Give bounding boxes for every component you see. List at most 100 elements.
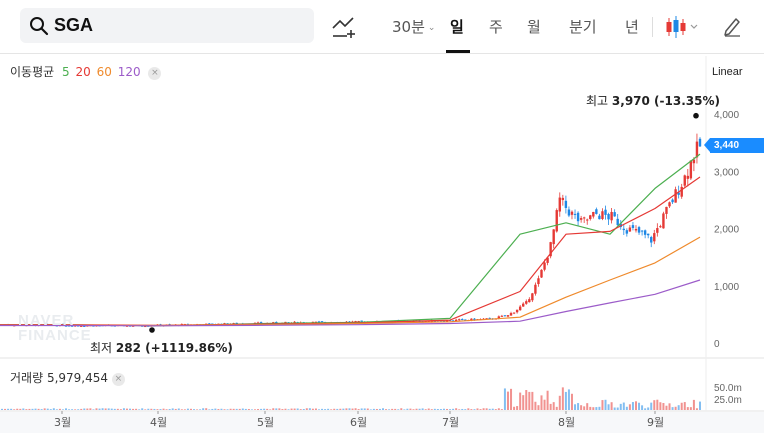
candle-body bbox=[543, 262, 546, 270]
volume-bar bbox=[692, 399, 695, 410]
volume-bar bbox=[467, 408, 470, 410]
volume-bar bbox=[604, 399, 607, 410]
volume-bar bbox=[424, 409, 427, 410]
volume-bar bbox=[662, 403, 665, 410]
volume-bar bbox=[257, 409, 260, 410]
volume-bar bbox=[43, 408, 46, 410]
volume-bar bbox=[491, 408, 494, 410]
volume-bar bbox=[510, 388, 513, 410]
close-icon[interactable]: × bbox=[111, 373, 125, 386]
ma-20[interactable]: 20 bbox=[75, 65, 90, 79]
volume-bar bbox=[49, 409, 52, 410]
candle-body bbox=[653, 233, 656, 242]
volume-bar bbox=[671, 407, 674, 410]
low-label: 최저 bbox=[90, 341, 113, 355]
volume-bar bbox=[281, 409, 284, 410]
volume-bar bbox=[433, 408, 436, 410]
candle-body bbox=[570, 211, 574, 215]
volume-bar bbox=[427, 408, 430, 410]
candle-body bbox=[634, 229, 638, 231]
volume-bar bbox=[226, 409, 229, 410]
candle-body bbox=[540, 269, 543, 278]
volume-bar bbox=[598, 406, 601, 410]
x-tick-label: 5월 bbox=[257, 416, 274, 429]
volume-bar bbox=[610, 402, 613, 410]
volume-bar bbox=[537, 405, 540, 410]
volume-bar bbox=[238, 408, 241, 410]
volume-bar bbox=[378, 408, 381, 410]
volume-bar bbox=[55, 409, 58, 410]
volume-bar bbox=[101, 408, 104, 410]
volume-bar bbox=[208, 409, 211, 410]
volume-bar bbox=[119, 409, 122, 410]
high-marker bbox=[693, 112, 699, 119]
volume-bar bbox=[68, 409, 71, 410]
ma-5[interactable]: 5 bbox=[62, 65, 70, 79]
volume-bar bbox=[360, 408, 363, 410]
volume-bar bbox=[125, 408, 128, 410]
volume-bar bbox=[628, 404, 631, 410]
candle-body bbox=[500, 315, 504, 317]
volume-bar bbox=[235, 408, 238, 410]
volume-bar bbox=[220, 408, 223, 410]
ma-120[interactable]: 120 bbox=[118, 65, 141, 79]
candle-body bbox=[643, 230, 647, 235]
volume-bar bbox=[653, 400, 656, 410]
volume-bar bbox=[689, 407, 692, 410]
volume-bar bbox=[607, 404, 610, 410]
volume-bar bbox=[296, 408, 299, 410]
volume-bar bbox=[446, 408, 449, 410]
volume-bar bbox=[622, 402, 625, 410]
x-tick-label: 3월 bbox=[54, 416, 71, 429]
x-tick-label: 9월 bbox=[647, 416, 664, 429]
volume-bar bbox=[680, 402, 683, 410]
volume-bar bbox=[138, 409, 141, 410]
volume-bar bbox=[92, 409, 95, 410]
volume-bar bbox=[308, 408, 311, 410]
volume-bar bbox=[180, 409, 183, 410]
candle-body bbox=[564, 200, 568, 208]
volume-bar bbox=[695, 408, 698, 410]
volume-bar bbox=[196, 409, 199, 410]
volume-bar bbox=[7, 408, 10, 410]
volume-bar bbox=[546, 390, 549, 410]
volume-bar bbox=[324, 409, 327, 410]
volume-bar bbox=[299, 409, 302, 410]
volume-bar bbox=[22, 408, 25, 410]
candle-body bbox=[698, 138, 702, 147]
volume-bar bbox=[641, 405, 644, 410]
volume-bar bbox=[418, 408, 421, 410]
volume-bar bbox=[31, 408, 34, 410]
volume-bar bbox=[382, 408, 385, 410]
volume-bar bbox=[449, 409, 452, 410]
volume-bar bbox=[586, 403, 589, 410]
volume-tick-label: 25.0m bbox=[714, 395, 742, 406]
volume-bar bbox=[104, 408, 107, 410]
volume-label: 거래량 bbox=[10, 371, 44, 385]
volume-bar bbox=[397, 409, 400, 410]
volume-bar bbox=[13, 409, 16, 410]
candle-body bbox=[589, 215, 592, 220]
volume-bar bbox=[342, 408, 345, 410]
y-tick-label: 2,000 bbox=[714, 225, 739, 236]
candle-body bbox=[610, 211, 613, 221]
candle-body bbox=[622, 228, 625, 231]
volume-bar bbox=[98, 408, 101, 410]
volume-bar bbox=[189, 408, 192, 410]
volume-bar bbox=[80, 408, 83, 410]
close-icon[interactable]: × bbox=[148, 67, 162, 80]
volume-bar bbox=[613, 407, 616, 410]
volume-bar bbox=[186, 408, 189, 410]
scale-mode-button[interactable]: Linear bbox=[712, 66, 743, 78]
volume-bar bbox=[247, 409, 250, 410]
volume-bar bbox=[677, 405, 680, 410]
ma-60[interactable]: 60 bbox=[97, 65, 112, 79]
volume-bar bbox=[107, 408, 110, 410]
candle-body bbox=[640, 230, 644, 232]
volume-bar bbox=[110, 408, 113, 410]
volume-bar bbox=[74, 409, 77, 410]
volume-bar bbox=[473, 409, 476, 410]
candle-body bbox=[573, 213, 577, 215]
volume-bar bbox=[540, 395, 543, 410]
x-tick-label: 4월 bbox=[150, 416, 167, 429]
